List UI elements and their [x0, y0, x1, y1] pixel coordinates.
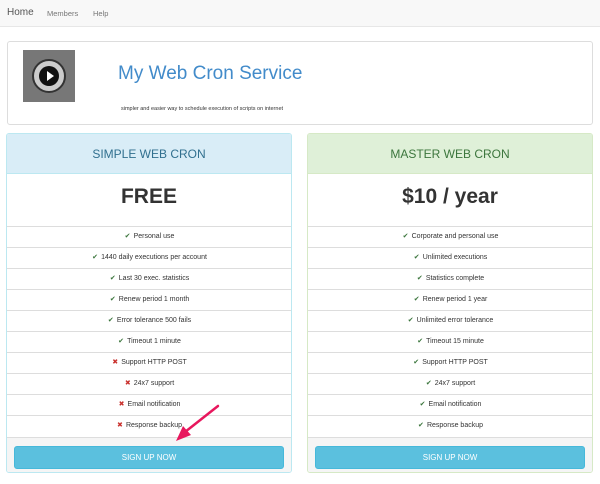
feature-item: ✖ 24x7 support: [7, 373, 291, 394]
nav-members-link[interactable]: Members: [47, 9, 78, 18]
feature-text: Renew period 1 month: [118, 296, 190, 303]
feature-text: Response backup: [125, 422, 183, 429]
feature-item: ✔ Personal use: [7, 226, 291, 247]
cross-icon: ✖: [118, 401, 125, 408]
check-icon: ✔: [118, 338, 125, 345]
plan-master: MASTER WEB CRON $10 / year ✔ Corporate an…: [307, 133, 593, 473]
plan-footer: SIGN UP NOW: [7, 437, 291, 472]
site-tagline: simpler and easier way to schedule execu…: [121, 106, 284, 112]
cross-icon: ✖: [124, 380, 131, 387]
check-icon: ✔: [425, 380, 432, 387]
feature-item: ✔ Renew period 1 year: [308, 289, 592, 310]
check-icon: ✔: [413, 254, 420, 261]
feature-item: ✖ Support HTTP POST: [7, 352, 291, 373]
feature-item: ✔ Corporate and personal use: [308, 226, 592, 247]
play-clock-icon: [23, 50, 75, 102]
feature-item: ✔ Email notification: [308, 394, 592, 415]
check-icon: ✔: [402, 233, 409, 240]
site-title: My Web Cron Service: [118, 63, 303, 84]
feature-item: ✖ Response backup: [7, 415, 291, 436]
plan-price: FREE: [120, 185, 177, 208]
feature-text: Email notification: [127, 401, 181, 408]
navbar: Home Members Help: [0, 0, 600, 27]
feature-item: ✔ Statistics complete: [308, 268, 592, 289]
check-icon: ✔: [417, 338, 424, 345]
signup-button-simple[interactable]: SIGN UP NOW: [14, 446, 284, 469]
check-icon: ✔: [92, 254, 98, 261]
nav-help-link[interactable]: Help: [93, 9, 108, 18]
header-banner: My Web Cron Service simpler and easier w…: [7, 41, 593, 125]
feature-text: Support HTTP POST: [121, 359, 187, 366]
feature-list: ✔ Personal use ✔ 1440 daily executions per …: [7, 226, 291, 436]
check-icon: ✔: [109, 275, 116, 282]
feature-text: Timeout 15 minute: [426, 338, 484, 345]
check-icon: ✔: [124, 233, 131, 240]
feature-item: ✔ Timeout 1 minute: [7, 331, 291, 352]
feature-text: Corporate and personal use: [411, 233, 499, 240]
feature-text: 1440 daily executions per account: [101, 254, 207, 261]
feature-text: Support HTTP POST: [422, 359, 488, 366]
plan-price: $10 / year: [402, 185, 498, 208]
feature-text: Renew period 1 year: [422, 296, 488, 303]
check-icon: ✔: [419, 401, 426, 408]
check-icon: ✔: [418, 422, 424, 429]
feature-item: ✔ Unlimited executions: [308, 247, 592, 268]
feature-item: ✔ Unlimited error tolerance: [308, 310, 592, 331]
feature-text: Timeout 1 minute: [127, 338, 181, 345]
feature-text: 24x7 support: [133, 380, 175, 387]
cross-icon: ✖: [112, 359, 119, 366]
feature-text: Response backup: [426, 422, 484, 429]
feature-item: ✔ Last 30 exec. statistics: [7, 268, 291, 289]
check-icon: ✔: [107, 317, 114, 324]
check-icon: ✔: [407, 317, 414, 324]
plan-name: SIMPLE WEB CRON: [7, 134, 291, 174]
feature-item: ✔ Error tolerance 500 fails: [7, 310, 291, 331]
feature-text: Statistics complete: [425, 275, 485, 282]
feature-text: Personal use: [133, 233, 175, 240]
feature-item: ✔ Support HTTP POST: [308, 352, 592, 373]
feature-text: Unlimited executions: [422, 254, 488, 261]
feature-text: Error tolerance 500 fails: [116, 317, 192, 324]
feature-text: Email notification: [428, 401, 482, 408]
feature-item: ✔ 24x7 support: [308, 373, 592, 394]
feature-item: ✔ Renew period 1 month: [7, 289, 291, 310]
feature-text: Last 30 exec. statistics: [118, 275, 190, 282]
check-icon: ✔: [109, 296, 116, 303]
feature-item: ✔ Response backup: [308, 415, 592, 436]
feature-text: Unlimited error tolerance: [416, 317, 494, 324]
feature-item: ✖ Email notification: [7, 394, 291, 415]
check-icon: ✔: [413, 359, 420, 366]
feature-list: ✔ Corporate and personal use ✔ Unlimited ex…: [308, 226, 592, 436]
feature-text: 24x7 support: [434, 380, 476, 387]
plan-simple: SIMPLE WEB CRON FREE ✔ Personal use ✔ 1440 …: [6, 133, 292, 473]
check-icon: ✔: [413, 296, 420, 303]
signup-button-master[interactable]: SIGN UP NOW: [315, 446, 585, 469]
feature-item: ✔ Timeout 15 minute: [308, 331, 592, 352]
feature-item: ✔ 1440 daily executions per account: [7, 247, 291, 268]
check-icon: ✔: [416, 275, 423, 282]
plan-name: MASTER WEB CRON: [308, 134, 592, 174]
plan-footer: SIGN UP NOW: [308, 437, 592, 472]
cross-icon: ✖: [117, 422, 123, 429]
nav-home-link[interactable]: Home: [7, 7, 34, 18]
